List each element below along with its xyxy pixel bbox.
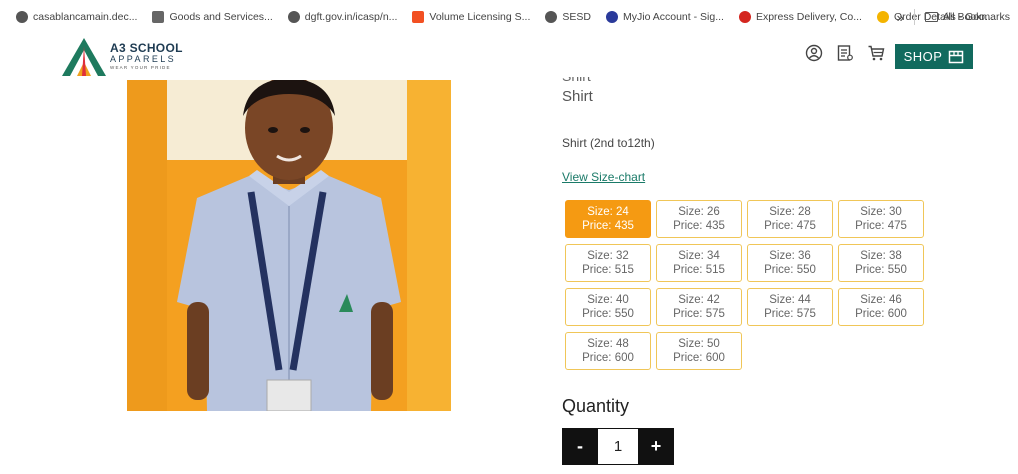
bookmark-item[interactable]: Express Delivery, Co...	[738, 11, 862, 23]
bookmarks-bar-right: » All Bookmarks	[897, 0, 1010, 34]
price-label: Price: 515	[582, 264, 634, 276]
bookmarks-divider	[913, 9, 915, 25]
bookmark-label: Volume Licensing S...	[429, 11, 531, 23]
size-option[interactable]: Size: 32 Price: 515	[565, 244, 651, 282]
header-icons	[805, 44, 898, 62]
decrement-button[interactable]: -	[562, 428, 598, 465]
quantity-value[interactable]: 1	[598, 428, 638, 465]
logo-title: A3 SCHOOL	[110, 40, 183, 55]
globe-icon	[16, 11, 28, 23]
increment-button[interactable]: +	[638, 428, 674, 465]
bookmark-label: casablancamain.dec...	[33, 11, 138, 23]
size-option[interactable]: Size: 48 Price: 600	[565, 332, 651, 370]
size-option[interactable]: Size: 40 Price: 550	[565, 288, 651, 326]
jio-icon	[605, 11, 618, 23]
price-label: Price: 600	[673, 352, 725, 364]
size-option[interactable]: Size: 46 Price: 600	[838, 288, 924, 326]
price-label: Price: 575	[764, 308, 816, 320]
size-option[interactable]: Size: 42 Price: 575	[656, 288, 742, 326]
quantity-stepper: - 1 +	[562, 428, 674, 465]
folder-icon	[924, 12, 938, 22]
building-icon	[152, 11, 165, 23]
bookmark-item[interactable]: Volume Licensing S...	[412, 11, 530, 23]
price-label: Price: 575	[673, 308, 725, 320]
size-option[interactable]: Size: 24 Price: 435	[565, 200, 651, 238]
product-name: Shirt	[562, 88, 593, 105]
price-label: Price: 600	[582, 352, 634, 364]
bookmark-label: Goods and Services...	[169, 11, 273, 23]
price-label: Price: 515	[673, 264, 725, 276]
size-option[interactable]: Size: 34 Price: 515	[656, 244, 742, 282]
size-label: Size: 46	[860, 294, 902, 306]
size-label: Size: 26	[678, 206, 720, 218]
account-icon[interactable]	[805, 44, 823, 62]
logo-tagline: WEAR YOUR PRIDE	[110, 64, 171, 70]
size-label: Size: 50	[678, 338, 720, 350]
logo-subtitle: APPARELS	[110, 53, 177, 64]
size-option[interactable]: Size: 26 Price: 435	[656, 200, 742, 238]
bookmark-item[interactable]: dgft.gov.in/icasp/n...	[287, 11, 398, 23]
size-label: Size: 30	[860, 206, 902, 218]
size-option[interactable]: Size: 28 Price: 475	[747, 200, 833, 238]
site-header: A3 SCHOOL APPARELS WEAR YOUR PRIDE SHOP	[0, 34, 1018, 80]
bookmark-item[interactable]: MyJio Account - Sig...	[605, 11, 724, 23]
orders-icon[interactable]	[836, 44, 854, 62]
globe-icon	[545, 11, 558, 23]
size-label: Size: 38	[860, 250, 902, 262]
shop-button-label: SHOP	[903, 49, 943, 64]
shop-button[interactable]: SHOP	[895, 44, 973, 69]
bookmark-item[interactable]: Goods and Services...	[152, 11, 273, 23]
logo-mark-icon	[60, 36, 108, 76]
all-bookmarks-button[interactable]: All Bookmarks	[943, 11, 1010, 23]
view-size-chart-link[interactable]: View Size-chart	[562, 170, 645, 184]
quantity-label: Quantity	[562, 396, 630, 416]
bookmark-label: SESD	[562, 11, 591, 23]
size-label: Size: 48	[587, 338, 629, 350]
size-label: Size: 42	[678, 294, 720, 306]
size-option[interactable]: Size: 38 Price: 550	[838, 244, 924, 282]
cart-icon[interactable]	[867, 44, 885, 62]
bookmarks-bar: casablancamain.dec... Goods and Services.…	[0, 0, 1018, 34]
bookmark-item[interactable]: casablancamain.dec...	[16, 11, 137, 23]
bookmark-label: Express Delivery, Co...	[755, 11, 862, 23]
size-option[interactable]: Size: 44 Price: 575	[747, 288, 833, 326]
product-photo	[127, 80, 451, 411]
microsoft-icon	[412, 11, 425, 23]
site-logo[interactable]: A3 SCHOOL APPARELS WEAR YOUR PRIDE	[60, 36, 183, 76]
price-label: Price: 550	[764, 264, 816, 276]
bookmark-label: dgft.gov.in/icasp/n...	[304, 11, 398, 23]
size-label: Size: 24	[587, 206, 629, 218]
price-label: Price: 550	[582, 308, 634, 320]
price-label: Price: 550	[855, 264, 907, 276]
size-label: Size: 34	[678, 250, 720, 262]
price-label: Price: 475	[855, 220, 907, 232]
price-label: Price: 435	[582, 220, 634, 232]
size-option[interactable]: Size: 36 Price: 550	[747, 244, 833, 282]
product-description: Shirt (2nd to12th)	[562, 136, 655, 150]
size-label: Size: 28	[769, 206, 811, 218]
google-drive-icon	[876, 11, 889, 23]
price-label: Price: 600	[855, 308, 907, 320]
globe-icon	[287, 11, 300, 23]
size-label: Size: 32	[587, 250, 629, 262]
store-icon	[949, 50, 964, 63]
price-label: Price: 435	[673, 220, 725, 232]
delivery-icon	[738, 11, 751, 23]
size-label: Size: 40	[587, 294, 629, 306]
price-label: Price: 475	[764, 220, 816, 232]
bookmark-label: MyJio Account - Sig...	[622, 11, 724, 23]
size-label: Size: 36	[769, 250, 811, 262]
more-bookmarks-button[interactable]: »	[897, 10, 904, 25]
size-option[interactable]: Size: 50 Price: 600	[656, 332, 742, 370]
size-label: Size: 44	[769, 294, 811, 306]
size-option[interactable]: Size: 30 Price: 475	[838, 200, 924, 238]
bookmark-item[interactable]: SESD	[545, 11, 591, 23]
